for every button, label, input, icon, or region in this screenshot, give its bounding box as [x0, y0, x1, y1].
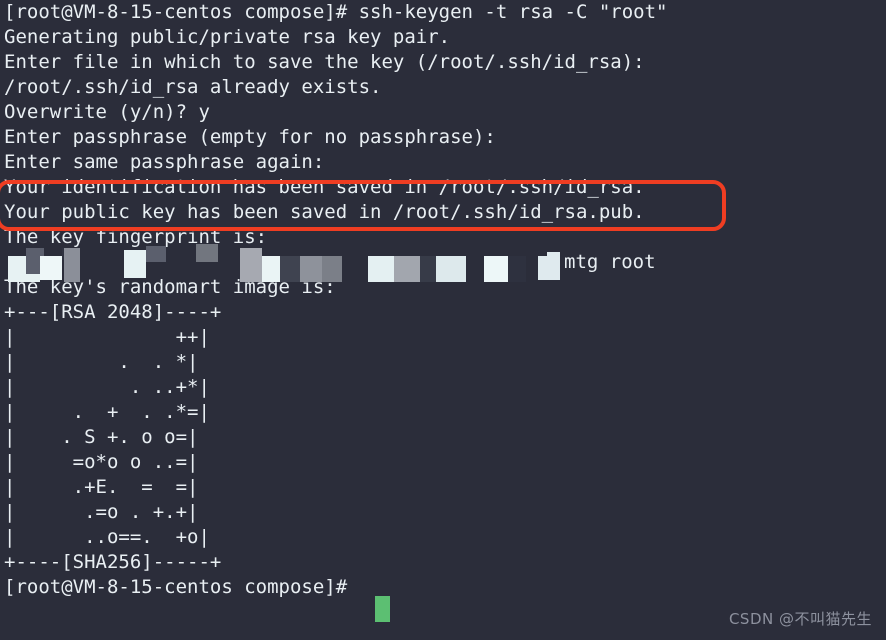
randomart-row: | . + . .*=|: [4, 401, 210, 423]
terminal-line-passphrase-again: Enter same passphrase again:: [4, 151, 325, 173]
randomart-row: | .+E. = =|: [4, 476, 199, 498]
randomart-row: | =o*o o ..=|: [4, 451, 199, 473]
terminal-line-passphrase: Enter passphrase (empty for no passphras…: [4, 126, 496, 148]
terminal-line-overwrite: Overwrite (y/n)? y: [4, 101, 210, 123]
randomart-row: | ++|: [4, 326, 210, 348]
terminal-line-enter-file: Enter file in which to save the key (/ro…: [4, 51, 645, 73]
randomart-row: | .=o . +.+|: [4, 501, 199, 523]
terminal-output: [root@VM-8-15-centos compose]# ssh-keyge…: [4, 0, 884, 600]
terminal-line-command: [root@VM-8-15-centos compose]# ssh-keyge…: [4, 1, 668, 23]
randomart-header: +---[RSA 2048]----+: [4, 301, 222, 323]
randomart-row: | . . *|: [4, 351, 199, 373]
randomart-row: | . ..+*|: [4, 376, 210, 398]
csdn-watermark: CSDN @不叫猫先生: [728, 610, 872, 628]
terminal-cursor: [375, 596, 390, 622]
terminal-line-generating: Generating public/private rsa key pair.: [4, 26, 451, 48]
terminal-line-randomart-label: The key's randomart image is:: [4, 276, 336, 298]
randomart-footer: +----[SHA256]-----+: [4, 551, 222, 573]
terminal-line-prompt: [root@VM-8-15-centos compose]#: [4, 576, 359, 598]
randomart-row: | . S +. o o=|: [4, 426, 199, 448]
terminal-line-already-exists: /root/.ssh/id_rsa already exists.: [4, 76, 382, 98]
terminal-line-publickey-saved: Your public key has been saved in /root/…: [4, 201, 645, 223]
terminal-line-identification-saved: Your identification has been saved in /r…: [4, 176, 645, 198]
terminal-window[interactable]: [root@VM-8-15-centos compose]# ssh-keyge…: [0, 0, 886, 640]
randomart-row: | ..o==. +o|: [4, 526, 210, 548]
fingerprint-suffix: mtg root: [564, 251, 656, 273]
terminal-line-fingerprint-value: mtg root: [4, 250, 884, 275]
terminal-line-fingerprint-label: The key fingerprint is:: [4, 226, 268, 248]
